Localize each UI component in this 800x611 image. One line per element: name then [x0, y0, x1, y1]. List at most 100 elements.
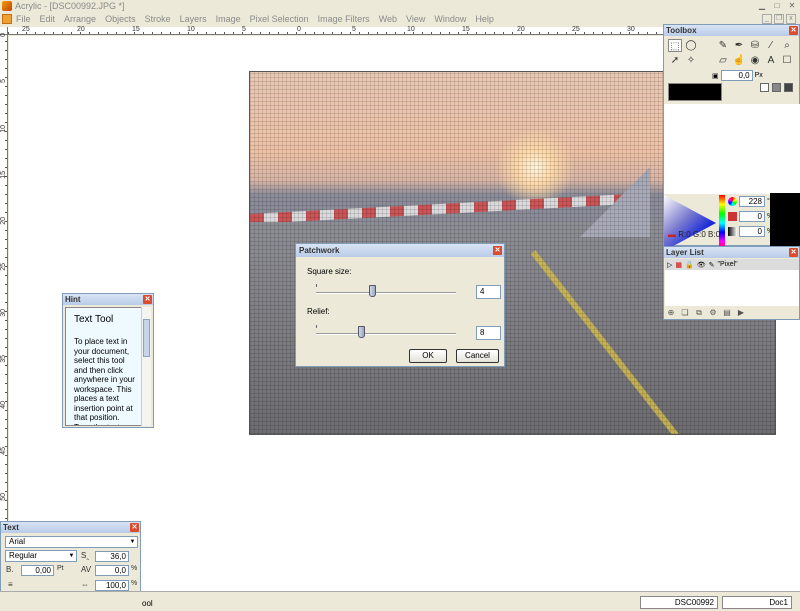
font-family-select[interactable]: Arial ▼	[5, 536, 138, 548]
menu-arrange[interactable]: Arrange	[64, 14, 96, 24]
dialog-title-bar[interactable]: Patchwork ✕	[296, 244, 504, 257]
default-color-icon[interactable]	[760, 83, 769, 92]
stroke-size-field[interactable]: 0,0	[720, 70, 753, 81]
eraser-icon[interactable]: ▱	[716, 54, 730, 67]
tracking-unit: %	[131, 565, 138, 572]
doc-restore-icon[interactable]: ❐	[774, 14, 784, 24]
edit-icon[interactable]: ✎	[709, 261, 715, 269]
menu-objects[interactable]: Objects	[105, 14, 136, 24]
layer-list-title[interactable]: Layer List ✕	[664, 247, 799, 258]
hue-field[interactable]: 228	[739, 196, 765, 207]
hint-scrollbar[interactable]	[141, 307, 151, 426]
dialog-close-icon[interactable]: ✕	[493, 246, 502, 255]
dodge-icon[interactable]: ◉	[748, 54, 762, 67]
title-bar: Acrylic - [DSC00992.JPG *] ▁ □ ✕	[0, 0, 800, 12]
menu-window[interactable]: Window	[434, 14, 466, 24]
layer-options-icon[interactable]: ⚙	[708, 308, 718, 318]
baseline-icon: B.	[6, 565, 14, 574]
square-size-field[interactable]: 4	[476, 285, 501, 299]
eyedropper-icon[interactable]: ⁄	[764, 39, 778, 52]
doc-minimize-icon[interactable]: _	[762, 14, 772, 24]
brightness-icon	[728, 227, 737, 236]
merge-layer-icon[interactable]: ⧉	[694, 308, 704, 318]
pen-icon[interactable]: ✒	[732, 39, 746, 52]
ok-button[interactable]: OK	[409, 349, 447, 363]
document-icon[interactable]	[2, 14, 12, 24]
hint-close-icon[interactable]: ✕	[143, 295, 152, 304]
hint-title: Hint	[65, 295, 81, 304]
layer-list-close-icon[interactable]: ✕	[789, 248, 798, 257]
status-bar: ool DSC00992 Doc1	[0, 591, 800, 611]
new-layer-icon[interactable]: ⊕	[666, 308, 676, 318]
cancel-button[interactable]: Cancel	[456, 349, 499, 363]
square-size-slider[interactable]	[369, 285, 376, 297]
text-palette-close-icon[interactable]: ✕	[130, 523, 139, 532]
ruler-top-label: 10	[187, 26, 195, 33]
status-document: Doc1	[722, 596, 792, 609]
toolbox-title[interactable]: Toolbox ✕	[664, 25, 799, 36]
relief-track[interactable]	[316, 333, 456, 335]
visibility-icon[interactable]: 👁	[697, 261, 706, 269]
font-style-select[interactable]: Regular ▼	[5, 550, 77, 562]
hand-icon[interactable]: ☐	[780, 54, 794, 67]
smudge-icon[interactable]: ☝	[732, 54, 746, 67]
ruler-left-label: 50	[0, 493, 7, 501]
layer-properties-icon[interactable]: ▤	[722, 308, 732, 318]
magic-wand-icon[interactable]: ✧	[684, 54, 698, 67]
brightness-field[interactable]: 0	[739, 226, 765, 237]
current-color-swatch[interactable]	[668, 83, 722, 101]
layer-play-icon[interactable]: ▶	[736, 308, 746, 318]
pointer-icon[interactable]: ➚	[668, 54, 682, 67]
gradient-swatch-icon[interactable]	[772, 83, 781, 92]
hint-title-bar[interactable]: Hint ✕	[63, 294, 153, 305]
menu-stroke[interactable]: Stroke	[145, 14, 171, 24]
tracking-field[interactable]: 0,0	[95, 565, 129, 576]
hint-scroll-thumb[interactable]	[143, 319, 150, 357]
saturation-field[interactable]: 0	[739, 211, 765, 222]
minimize-icon[interactable]: ▁	[756, 1, 768, 10]
toolbox-close-icon[interactable]: ✕	[789, 26, 798, 35]
font-size-field[interactable]: 36,0	[95, 551, 129, 562]
horizontal-scale-icon: ⇔	[81, 580, 89, 589]
font-size-icon: S‸	[81, 551, 90, 560]
bucket-icon[interactable]: ⛁	[748, 39, 762, 52]
color-triangle[interactable]	[664, 195, 716, 251]
hue-strip[interactable]	[719, 195, 725, 251]
horizontal-scale-field[interactable]: 100,0	[95, 580, 129, 591]
square-size-track[interactable]	[316, 292, 456, 294]
pattern-swatch-icon[interactable]	[784, 83, 793, 92]
menu-edit[interactable]: Edit	[40, 14, 56, 24]
menu-image[interactable]: Image	[216, 14, 241, 24]
ruler-left-label: 15	[0, 171, 7, 179]
lock-icon[interactable]: 🔒	[685, 261, 694, 269]
menu-help[interactable]: Help	[475, 14, 494, 24]
expand-icon[interactable]: ▷	[667, 261, 672, 269]
relief-field[interactable]: 8	[476, 326, 501, 340]
menu-file[interactable]: File	[16, 14, 31, 24]
swatch-area[interactable]	[664, 104, 800, 194]
marquee-icon[interactable]: ⬚	[668, 39, 682, 52]
color-preview	[770, 193, 800, 251]
menu-pixel-selection[interactable]: Pixel Selection	[250, 14, 309, 24]
layer-list-body[interactable]	[665, 270, 799, 306]
relief-slider[interactable]	[357, 326, 365, 338]
doc-close-icon[interactable]: x	[786, 14, 796, 24]
duplicate-layer-icon[interactable]: ❏	[680, 308, 690, 318]
text-palette-title-bar[interactable]: Text ✕	[1, 522, 140, 533]
type-icon[interactable]: A	[764, 54, 778, 67]
menu-web[interactable]: Web	[379, 14, 397, 24]
baseline-field[interactable]: 0,00	[21, 565, 54, 576]
brush-icon[interactable]: ✎	[716, 39, 730, 52]
menu-view[interactable]: View	[406, 14, 425, 24]
close-icon[interactable]: ✕	[786, 1, 798, 10]
chevron-down-icon: ▼	[68, 553, 75, 559]
maximize-icon[interactable]: □	[771, 1, 783, 10]
vertical-ruler[interactable]: 0510152025303540455055	[0, 33, 8, 591]
menu-image-filters[interactable]: Image Filters	[318, 14, 370, 24]
line-spacing-icon[interactable]: ≡	[8, 580, 13, 589]
menu-layers[interactable]: Layers	[180, 14, 207, 24]
ruler-left-label: 10	[0, 125, 7, 133]
zoom-icon[interactable]: ⌕	[780, 39, 794, 52]
layer-row[interactable]: ▷ ▦ 🔒 👁 ✎ "Pixel"	[665, 259, 799, 270]
lasso-icon[interactable]: ◯	[684, 39, 698, 52]
